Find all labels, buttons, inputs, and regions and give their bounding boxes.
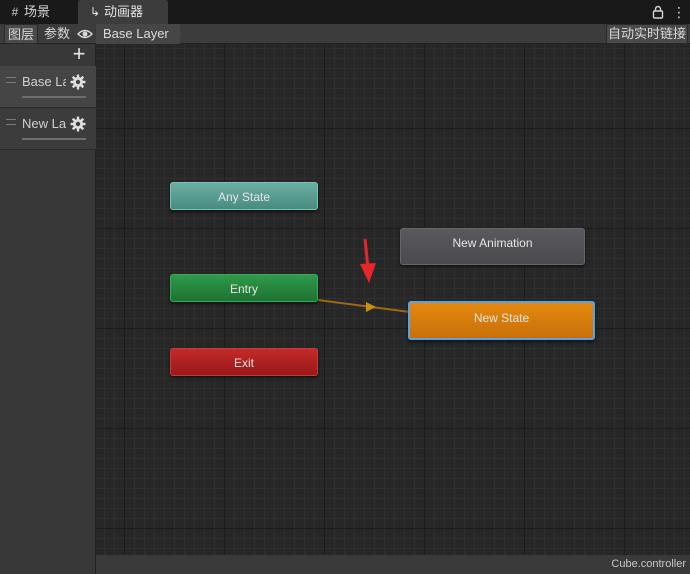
- breadcrumb-base-layer[interactable]: Base Layer: [96, 24, 180, 44]
- parameters-tab-button[interactable]: 参数: [40, 24, 74, 44]
- tab-scene-label: 场景: [24, 4, 51, 19]
- layer-item[interactable]: Base La: [0, 66, 96, 108]
- entry-node[interactable]: Entry: [170, 274, 318, 302]
- layers-tab-button[interactable]: 图层: [4, 24, 38, 44]
- new-state-node[interactable]: New State: [408, 301, 595, 340]
- grid-icon: #: [11, 5, 19, 19]
- more-menu-icon[interactable]: ⋮: [672, 3, 686, 21]
- layer-weight-bar: [22, 96, 86, 98]
- graph-icon: ↳: [89, 5, 101, 19]
- gear-icon[interactable]: [70, 74, 86, 90]
- drag-handle-icon[interactable]: [6, 77, 16, 83]
- layer-item[interactable]: New La: [0, 108, 96, 150]
- controller-file-label: Cube.controller: [96, 555, 690, 574]
- new-animation-state-node[interactable]: New Animation: [400, 228, 585, 265]
- breadcrumb-arrow: [174, 24, 182, 44]
- layer-name: New La: [22, 116, 66, 131]
- layer-weight-bar: [22, 138, 86, 140]
- lock-icon[interactable]: [652, 5, 664, 19]
- exit-node[interactable]: Exit: [170, 348, 318, 376]
- tab-animator[interactable]: ↳ 动画器: [78, 0, 168, 24]
- add-layer-button[interactable]: +: [70, 43, 88, 66]
- auto-live-link-button[interactable]: 自动实时链接: [606, 24, 688, 44]
- drag-handle-icon[interactable]: [6, 119, 16, 125]
- gear-icon[interactable]: [70, 116, 86, 132]
- tab-scene[interactable]: # 场景: [8, 0, 50, 24]
- tab-animator-label: 动画器: [104, 4, 144, 19]
- layer-name: Base La: [22, 74, 66, 89]
- any-state-node[interactable]: Any State: [170, 182, 318, 210]
